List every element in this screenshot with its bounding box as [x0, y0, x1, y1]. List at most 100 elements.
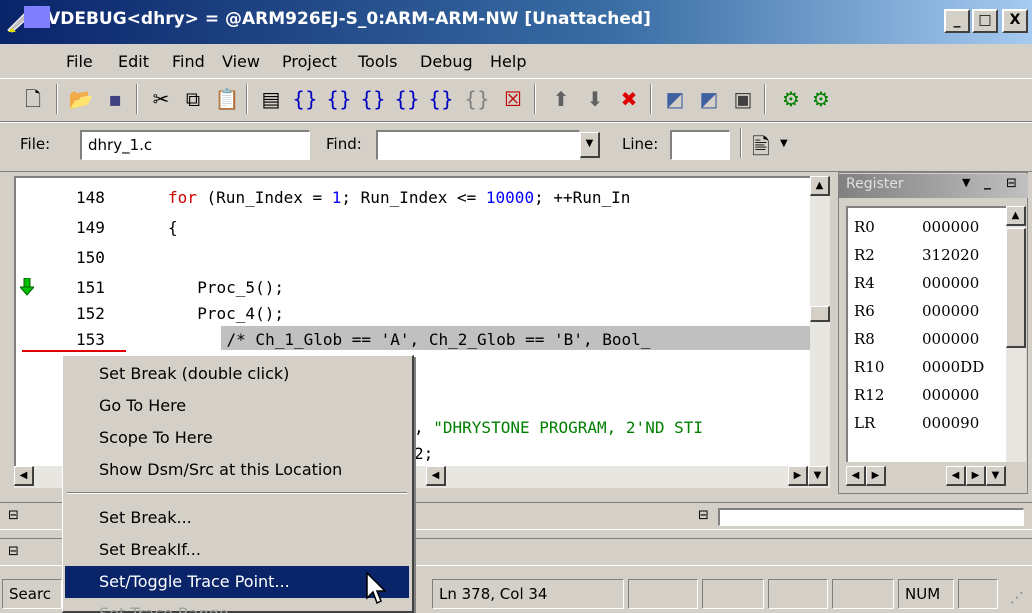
context-menu: Set Break (double click) Go To Here Scop… [62, 355, 414, 613]
pane-toggle-icon[interactable]: ⊟ [8, 508, 19, 523]
code-line: 2; [414, 444, 434, 463]
line-input[interactable] [670, 130, 730, 160]
connect-icon[interactable]: ▣ [728, 85, 758, 113]
toolbar-separator [740, 128, 742, 158]
line-number: 149 [76, 218, 105, 237]
register-value[interactable]: 000000 [922, 274, 979, 292]
menu-file[interactable]: File [66, 52, 93, 71]
menu-separator [67, 492, 407, 494]
status-cell [768, 579, 828, 609]
delete-icon[interactable]: ✖ [614, 85, 644, 113]
window-title: RVDEBUG<dhry> = @ARM926EJ-S_0:ARM-ARM-NW… [34, 9, 651, 29]
register-value[interactable]: 000000 [922, 386, 979, 404]
pane-toggle-icon[interactable]: ⊟ [698, 508, 709, 523]
toolbar-separator [246, 84, 248, 114]
minimize-panel-icon[interactable]: _ [984, 174, 991, 190]
menu-item-set-trace-range: Set Trace Range... [65, 598, 409, 613]
status-cell [702, 579, 764, 609]
scroll-right-button[interactable]: ▶ [966, 466, 986, 486]
menu-item-scope-to-here[interactable]: Scope To Here [65, 422, 409, 454]
register-list[interactable]: R0 000000 R2 312020 R4 000000 R6 000000 … [846, 206, 1006, 462]
open-folder-icon[interactable]: 📂 [66, 85, 96, 113]
resize-grip-icon[interactable]: ⋰ [1010, 590, 1024, 606]
pane-field [718, 508, 1024, 526]
scroll-thumb[interactable] [1006, 228, 1026, 348]
new-file-icon[interactable]: 🗋 [18, 85, 48, 113]
step-over-icon[interactable]: {} [324, 85, 354, 113]
menu-item-go-to-here[interactable]: Go To Here [65, 390, 409, 422]
menu-tools[interactable]: Tools [358, 52, 397, 71]
register-value[interactable]: 312020 [922, 246, 979, 264]
register-tabs[interactable]: ◀ ▶ ◀ ▶ ▼ [846, 464, 1026, 490]
register-value[interactable]: 000000 [922, 218, 979, 236]
file-field[interactable]: dhry_1.c [80, 130, 310, 160]
paste-icon[interactable]: 📋 [212, 85, 242, 113]
panel-menu-icon[interactable]: ▼ [962, 176, 970, 189]
scroll-up-button[interactable]: ▲ [810, 176, 830, 196]
menu-item-show-dsm-src[interactable]: Show Dsm/Src at this Location [65, 454, 409, 486]
load-icon[interactable]: ◩ [660, 85, 690, 113]
line-number: 148 [76, 188, 105, 207]
register-value[interactable]: 0000DD [922, 358, 984, 376]
stop-icon[interactable]: {} [462, 85, 492, 113]
menu-item-set-toggle-trace-point[interactable]: Set/Toggle Trace Point... [65, 566, 409, 598]
register-vertical-scrollbar[interactable]: ▲ [1006, 206, 1026, 462]
system-menu-icon[interactable] [24, 6, 50, 28]
scroll-right-button[interactable]: ▶ [788, 466, 808, 486]
step-return-icon[interactable]: {} [426, 85, 456, 113]
run-to-icon[interactable]: {} [392, 85, 422, 113]
pane-toggle-icon[interactable]: ⊟ [8, 544, 19, 559]
register-icon[interactable]: ⚙ [776, 85, 806, 113]
register-value[interactable]: 000090 [922, 414, 979, 432]
register-value[interactable]: 000000 [922, 330, 979, 348]
scroll-left-button[interactable]: ◀ [426, 466, 446, 486]
menu-item-set-break-double-click[interactable]: Set Break (double click) [65, 358, 409, 390]
step-icon[interactable]: ▤ [256, 85, 286, 113]
down-arrow-icon[interactable]: ⬇ [580, 85, 610, 113]
menu-find[interactable]: Find [172, 52, 205, 71]
scroll-down-button[interactable]: ▼ [808, 466, 828, 486]
close-button[interactable]: X [1002, 9, 1028, 33]
close-panel-icon[interactable]: ⊟ [1006, 176, 1017, 191]
reload-icon[interactable]: ◩ [694, 85, 724, 113]
find-dropdown-button[interactable]: ▼ [580, 132, 600, 158]
line-number: 151 [76, 278, 105, 297]
scroll-left-button[interactable]: ◀ [846, 466, 866, 486]
scroll-up-button[interactable]: ▲ [1006, 206, 1026, 226]
menu-view[interactable]: View [222, 52, 260, 71]
step-into-icon[interactable]: {} [290, 85, 320, 113]
scroll-down-button[interactable]: ▼ [986, 466, 1006, 486]
mem-icon[interactable]: ⚙ [806, 85, 836, 113]
toolbar-separator [56, 84, 58, 114]
menu-help[interactable]: Help [490, 52, 526, 71]
line-number: 150 [76, 248, 105, 267]
menu-item-set-breakif[interactable]: Set BreakIf... [65, 534, 409, 566]
scroll-left-button[interactable]: ◀ [14, 466, 34, 486]
register-name: R10 [854, 358, 885, 376]
scroll-right-button[interactable]: ▶ [866, 466, 886, 486]
document-icon[interactable]: 🖹 [752, 130, 770, 168]
menu-item-set-break[interactable]: Set Break... [65, 502, 409, 534]
menu-project[interactable]: Project [282, 52, 337, 71]
break-icon[interactable]: ☒ [498, 85, 528, 113]
chevron-down-icon[interactable]: ▼ [780, 138, 788, 149]
register-name: R0 [854, 218, 875, 236]
cut-icon[interactable]: ✂ [146, 85, 176, 113]
scroll-thumb[interactable] [810, 306, 830, 322]
status-num: NUM [898, 579, 954, 609]
execution-arrow-icon [18, 277, 36, 296]
menu-edit[interactable]: Edit [118, 52, 149, 71]
register-value[interactable]: 000000 [922, 302, 979, 320]
maximize-button[interactable]: □ [972, 9, 998, 33]
minimize-button[interactable]: _ [944, 9, 970, 33]
save-icon[interactable]: ▪ [100, 85, 130, 113]
register-panel-title: Register [846, 176, 904, 192]
find-input[interactable] [376, 130, 580, 160]
up-arrow-icon[interactable]: ⬆ [546, 85, 576, 113]
scroll-left-button[interactable]: ◀ [946, 466, 966, 486]
copy-icon[interactable]: ⧉ [178, 85, 208, 113]
step-out-icon[interactable]: {} [358, 85, 388, 113]
editor-vertical-scrollbar[interactable]: ▲ [810, 176, 830, 466]
code-line: { [168, 218, 178, 237]
menu-debug[interactable]: Debug [420, 52, 473, 71]
